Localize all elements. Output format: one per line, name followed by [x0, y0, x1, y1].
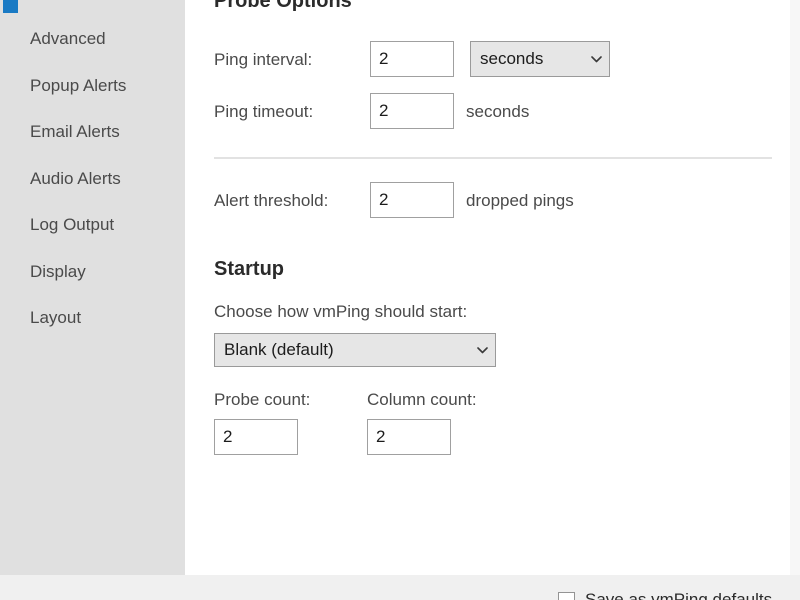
- probe-count-label: Probe count:: [214, 390, 311, 409]
- sidebar-item-label: Advanced: [30, 29, 106, 48]
- startup-mode-value: Blank (default): [224, 340, 334, 359]
- startup-heading: Startup: [214, 258, 284, 280]
- ping-interval-label: Ping interval:: [214, 50, 313, 69]
- save-as-defaults-label: Save as vmPing defaults: [585, 590, 773, 600]
- column-count-input[interactable]: [367, 419, 451, 455]
- alert-threshold-unit-suffix: dropped pings: [466, 191, 574, 210]
- save-as-defaults-checkbox[interactable]: [558, 591, 575, 600]
- settings-footer: Save as vmPing defaults: [0, 575, 800, 600]
- sidebar-item-display[interactable]: Display: [30, 262, 86, 282]
- settings-window: Advanced Popup Alerts Email Alerts Audio…: [0, 0, 800, 600]
- sidebar-item-label: Display: [30, 262, 86, 281]
- ping-timeout-unit-suffix: seconds: [466, 102, 530, 121]
- startup-mode-dropdown[interactable]: Blank (default): [214, 333, 496, 367]
- probe-options-heading: Probe Options: [214, 0, 352, 12]
- ping-interval-unit-dropdown[interactable]: seconds: [470, 41, 610, 77]
- sidebar-item-label: Email Alerts: [30, 122, 120, 141]
- alert-threshold-input[interactable]: [370, 182, 454, 218]
- section-divider: [214, 157, 772, 159]
- sidebar-item-label: Layout: [30, 308, 82, 327]
- settings-content-panel: Probe Options Ping interval: seconds Pin…: [185, 0, 790, 575]
- alert-threshold-label: Alert threshold:: [214, 191, 329, 210]
- save-as-defaults-row[interactable]: Save as vmPing defaults: [558, 591, 772, 600]
- ping-interval-input[interactable]: [370, 41, 454, 77]
- startup-description: Choose how vmPing should start:: [214, 302, 468, 321]
- chevron-down-icon: [469, 346, 495, 354]
- settings-sidebar: Advanced Popup Alerts Email Alerts Audio…: [0, 0, 185, 575]
- sidebar-item-popup-alerts[interactable]: Popup Alerts: [30, 76, 126, 96]
- selected-item-indicator: [3, 0, 18, 13]
- sidebar-item-advanced[interactable]: Advanced: [30, 29, 106, 49]
- sidebar-item-layout[interactable]: Layout: [30, 308, 81, 328]
- sidebar-item-label: Popup Alerts: [30, 76, 127, 95]
- panel-right-edge: [790, 0, 800, 575]
- chevron-down-icon: [583, 55, 609, 63]
- probe-count-input[interactable]: [214, 419, 298, 455]
- ping-timeout-label: Ping timeout:: [214, 102, 314, 121]
- ping-interval-unit-value: seconds: [480, 49, 544, 68]
- sidebar-item-label: Audio Alerts: [30, 169, 121, 188]
- sidebar-item-log-output[interactable]: Log Output: [30, 215, 114, 235]
- sidebar-item-audio-alerts[interactable]: Audio Alerts: [30, 169, 121, 189]
- sidebar-item-label: Log Output: [30, 215, 115, 234]
- sidebar-item-email-alerts[interactable]: Email Alerts: [30, 122, 120, 142]
- ping-timeout-input[interactable]: [370, 93, 454, 129]
- column-count-label: Column count:: [367, 390, 477, 409]
